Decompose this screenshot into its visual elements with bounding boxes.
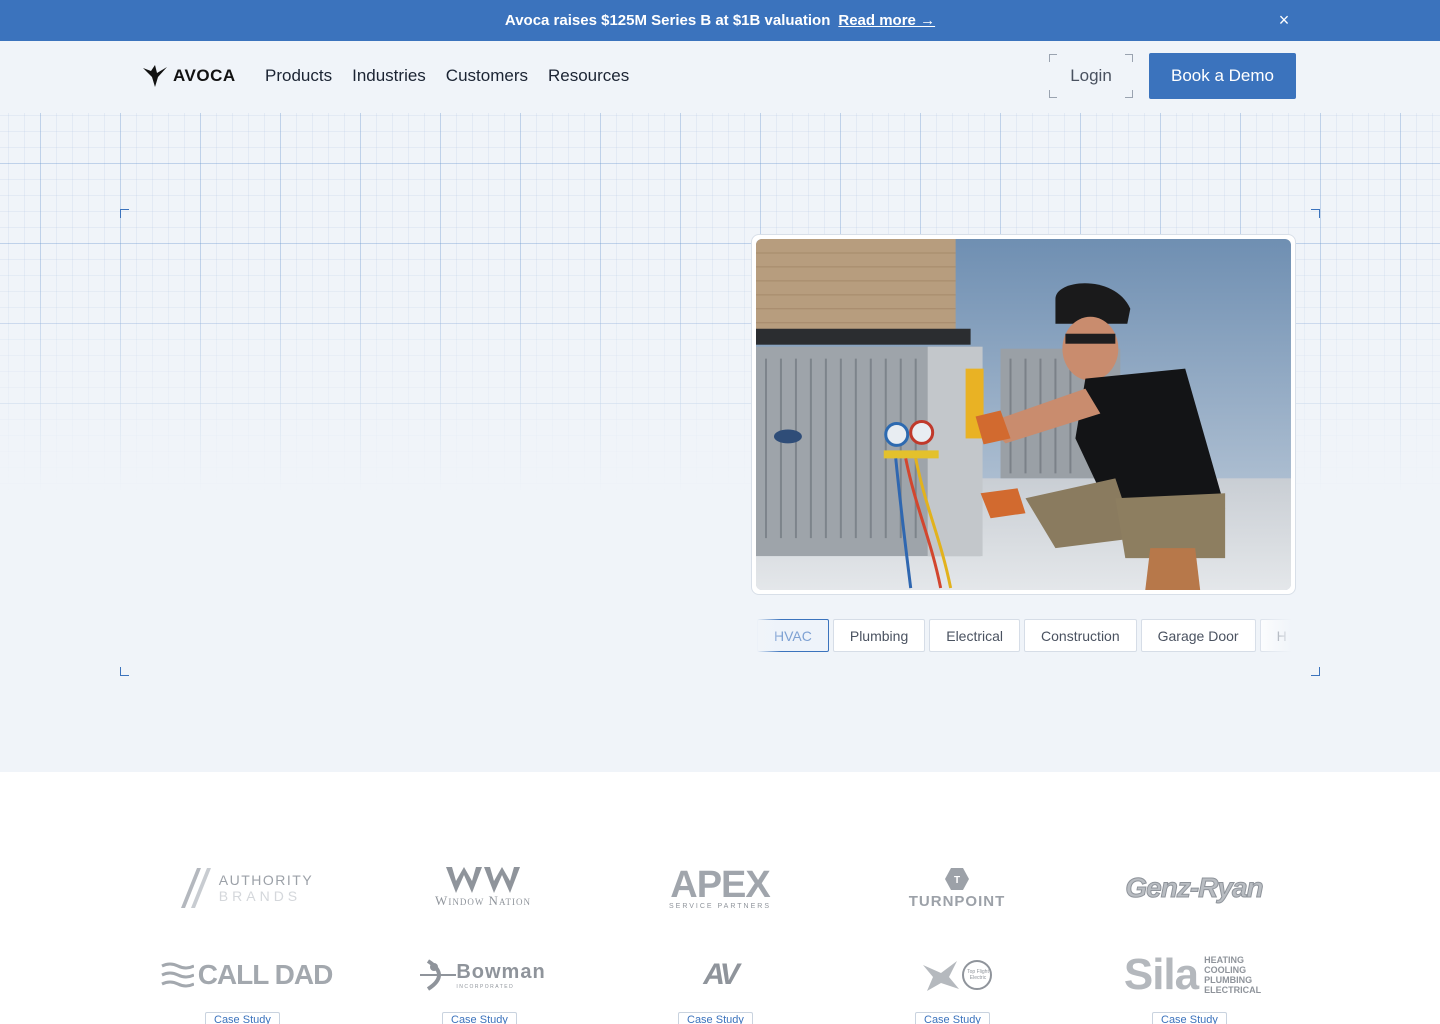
logo-av[interactable]: AV bbox=[630, 945, 810, 1005]
tab-garage-door[interactable]: Garage Door bbox=[1140, 619, 1256, 652]
authority-stripes-icon bbox=[180, 868, 211, 908]
nav-customers[interactable]: Customers bbox=[446, 66, 528, 86]
logo-text: AV bbox=[703, 958, 739, 991]
read-more-link[interactable]: Read more → bbox=[838, 12, 935, 29]
call-dad-lines-icon bbox=[161, 962, 194, 988]
logo-subtext: SERVICE PARTNERS bbox=[668, 902, 772, 910]
avoca-bird-icon bbox=[143, 65, 167, 87]
nav-resources[interactable]: Resources bbox=[548, 66, 629, 86]
logo-text: Bowman bbox=[456, 960, 546, 983]
logo-subtext: HEATING COOLING PLUMBING ELECTRICAL bbox=[1204, 955, 1262, 995]
logo-authority-brands[interactable]: AUTHORITY BRANDS bbox=[156, 858, 336, 918]
tab-next-partial[interactable]: H bbox=[1259, 619, 1292, 652]
nav-products[interactable]: Products bbox=[265, 66, 332, 86]
case-study-link[interactable]: Case Study bbox=[442, 1012, 517, 1024]
login-corner bbox=[1049, 90, 1057, 98]
turnpoint-hex-icon: T bbox=[945, 867, 969, 890]
logo-text: CALL DAD bbox=[197, 959, 334, 990]
frame-corner bbox=[120, 667, 129, 676]
case-study-link[interactable]: Case Study bbox=[678, 1012, 753, 1024]
hero-photo-card bbox=[751, 234, 1296, 595]
login-corner bbox=[1125, 54, 1133, 62]
tab-electrical[interactable]: Electrical bbox=[929, 619, 1021, 652]
frame-corner bbox=[1311, 209, 1320, 218]
case-study-link[interactable]: Case Study bbox=[205, 1012, 280, 1024]
login-button[interactable]: Login bbox=[1049, 54, 1133, 98]
main-nav: Products Industries Customers Resources bbox=[265, 66, 649, 86]
logo-window-nation[interactable]: Window Nation bbox=[393, 858, 573, 918]
logo-call-dad[interactable]: CALL DAD bbox=[156, 945, 336, 1005]
tab-hvac[interactable]: HVAC bbox=[757, 619, 829, 652]
logo-text: TURNPOINT bbox=[908, 892, 1006, 910]
case-study-link[interactable]: Case Study bbox=[1152, 1012, 1227, 1024]
logo-wordmark: AVOCA bbox=[173, 66, 236, 85]
site-header: AVOCA Products Industries Customers Reso… bbox=[0, 41, 1440, 113]
top-flight-bird-icon bbox=[923, 961, 959, 991]
avoca-logo[interactable]: AVOCA bbox=[143, 65, 236, 87]
announcement-text: Avoca raises $125M Series B at $1B valua… bbox=[504, 12, 831, 29]
logo-subtext: BRANDS bbox=[218, 888, 302, 904]
logo-sila[interactable]: Sila HEATING COOLING PLUMBING ELECTRICAL bbox=[1104, 945, 1284, 1005]
frame-corner bbox=[120, 209, 129, 218]
close-icon[interactable]: × bbox=[1276, 10, 1292, 30]
logo-text: Top Flight Electric bbox=[967, 969, 989, 981]
industry-tabs: HVAC Plumbing Electrical Construction Ga… bbox=[757, 619, 1292, 652]
customer-logos: AUTHORITY BRANDS Window Nation APEX SERV… bbox=[0, 772, 1440, 1024]
logo-subtext: INCORPORATED bbox=[456, 983, 515, 990]
logo-text: Window Nation bbox=[435, 893, 531, 908]
tab-construction[interactable]: Construction bbox=[1024, 619, 1137, 652]
logo-text: APEX bbox=[670, 863, 770, 906]
window-nation-mark-icon bbox=[446, 867, 520, 893]
frame-corner bbox=[1311, 667, 1320, 676]
login-corner bbox=[1049, 54, 1057, 62]
logo-text: AUTHORITY bbox=[218, 872, 314, 888]
hero-section: HVAC Plumbing Electrical Construction Ga… bbox=[0, 113, 1440, 772]
nav-industries[interactable]: Industries bbox=[352, 66, 426, 86]
login-corner bbox=[1125, 90, 1133, 98]
case-study-link[interactable]: Case Study bbox=[915, 1012, 990, 1024]
svg-text:T: T bbox=[954, 875, 960, 886]
announcement-bar: Avoca raises $125M Series B at $1B valua… bbox=[0, 0, 1440, 41]
tab-plumbing[interactable]: Plumbing bbox=[832, 619, 926, 652]
logo-text: Genz-Ryan bbox=[1125, 872, 1264, 904]
logo-turnpoint[interactable]: T TURNPOINT bbox=[867, 858, 1047, 918]
logo-apex[interactable]: APEX SERVICE PARTNERS bbox=[630, 858, 810, 918]
book-demo-button[interactable]: Book a Demo bbox=[1149, 53, 1296, 99]
login-label: Login bbox=[1070, 66, 1112, 85]
logo-text: Sila bbox=[1123, 950, 1199, 999]
hvac-technician-photo bbox=[756, 239, 1291, 590]
logo-bowman[interactable]: Bowman INCORPORATED bbox=[393, 945, 573, 1005]
logo-genz-ryan[interactable]: Genz-Ryan bbox=[1104, 858, 1284, 918]
logo-top-flight-electric[interactable]: Top Flight Electric bbox=[867, 945, 1047, 1005]
bowman-archer-icon bbox=[420, 959, 457, 991]
